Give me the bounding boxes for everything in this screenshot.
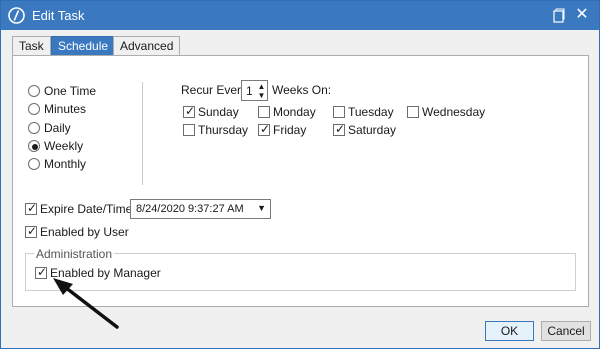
check-mark-icon: ✓ [37,265,48,279]
radio-label: One Time [44,84,97,98]
app-logo-icon [8,7,25,24]
check-mark-icon: ✓ [185,104,196,118]
title-bar: Edit Task ✕ [1,1,599,30]
chevron-up-icon[interactable]: ▲ [257,82,266,91]
close-icon[interactable]: ✕ [573,6,591,24]
checkbox-label: Monday [273,105,316,119]
radio-selected-dot [32,144,38,150]
cancel-button[interactable]: Cancel [541,321,591,341]
checkbox-label: Sunday [198,105,239,119]
chevron-down-icon[interactable]: ▼ [257,91,266,100]
recur-every-label: Recur Every: [181,83,251,97]
administration-group-label: Administration [34,247,115,261]
ok-button[interactable]: OK [485,321,534,341]
vertical-divider [142,82,143,185]
check-mark-icon: ✓ [260,122,271,136]
recur-stepper[interactable]: 1 ▲ ▼ [241,80,268,101]
checkbox-label: Friday [273,123,307,137]
radio-label: Daily [44,121,71,135]
dropdown-caret-icon[interactable]: ▼ [257,203,266,213]
tab-task[interactable]: Task [12,36,51,55]
recur-value[interactable]: 1 [246,84,253,98]
checkbox-label: Tuesday [348,105,394,119]
radio-label: Monthly [44,157,87,171]
edit-task-window: Edit Task ✕ Task Schedule Advanced One T… [0,0,600,349]
radio-label: Weekly [44,139,84,153]
checkbox-label: Expire Date/Time: [40,202,136,216]
check-mark-icon: ✓ [27,201,38,215]
checkbox-label: Saturday [348,123,397,137]
restore-icon[interactable] [553,8,565,23]
annotation-arrow [53,278,119,329]
tab-advanced[interactable]: Advanced [113,36,181,55]
tab-schedule[interactable]: Schedule [51,36,116,55]
checkbox-label: Enabled by User [40,225,129,239]
check-mark-icon: ✓ [27,224,38,238]
checkbox-label: Wednesday [422,105,486,119]
check-mark-icon: ✓ [335,122,346,136]
checkbox-label: Thursday [198,123,249,137]
weeks-on-label: Weeks On: [272,83,332,97]
radio-label: Minutes [44,102,87,116]
expire-datetime-value: 8/24/2020 9:37:27 AM [136,203,244,215]
expire-datetime-select[interactable]: 8/24/2020 9:37:27 AM ▼ [130,199,271,219]
window-title: Edit Task [32,8,85,23]
